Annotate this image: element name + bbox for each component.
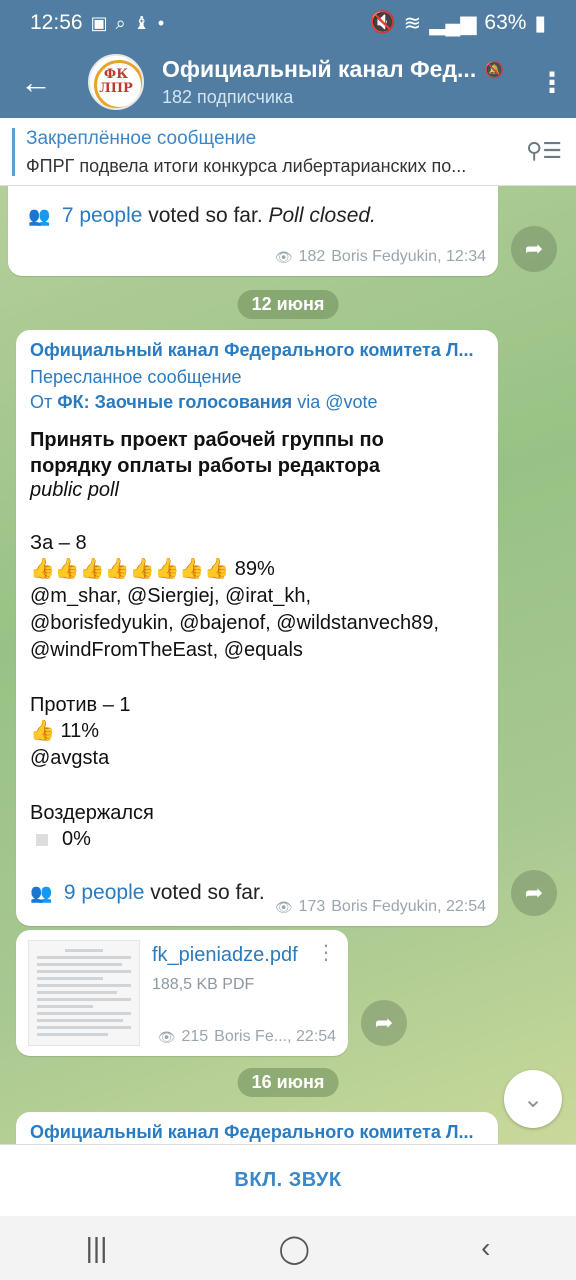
- author-time: Boris Fedyukin, 12:34: [331, 248, 486, 265]
- bag-icon: ♝: [133, 12, 150, 33]
- thumbs-up-bar: 👍: [30, 720, 55, 742]
- poll-option-no: Против – 1 👍 11% @avgsta: [30, 692, 484, 772]
- voters-link[interactable]: 9 people: [64, 881, 145, 904]
- wifi-icon: ≋: [403, 11, 422, 35]
- app-bar: ← ФК ЛПР Официальный канал Фед... 🔕 182 …: [0, 46, 576, 118]
- mute-icon: 🔇: [369, 11, 396, 34]
- recent-apps-icon[interactable]: |||: [86, 1232, 108, 1264]
- share-icon: ➦: [524, 236, 544, 261]
- voters-link[interactable]: 7 people: [62, 204, 143, 227]
- eye-icon: 👁: [157, 1028, 176, 1045]
- poll-option-yes: За – 8 👍👍👍👍👍👍👍👍 89% @m_shar, @Siergiej, …: [30, 530, 484, 664]
- chevron-down-icon: ⌄: [522, 1085, 544, 1113]
- more-vertical-icon: ⋮: [538, 66, 566, 98]
- channel-info[interactable]: Официальный канал Фед... 🔕 182 подписчик…: [162, 56, 528, 108]
- pinned-message[interactable]: Закреплённое сообщение ФПРГ подвела итог…: [0, 118, 576, 186]
- message-file[interactable]: fk_pieniadze.pdf 188,5 KB PDF ⋮ 👁 215 Bo…: [16, 930, 348, 1056]
- people-icon: 👥: [30, 883, 53, 903]
- search-icon: ⌕: [115, 12, 126, 33]
- message-forwarded-poll[interactable]: Официальный канал Федерального комитета …: [16, 330, 498, 926]
- poll-question: Принять проект рабочей группы по порядку…: [30, 429, 384, 477]
- channel-name[interactable]: Официальный канал Федерального комитета …: [30, 1122, 484, 1143]
- pinned-text: ФПРГ подвела итоги конкурса либертарианс…: [26, 156, 467, 176]
- voter-mentions[interactable]: @borisfedyukin, @bajenof, @wildstanvech8…: [30, 610, 484, 637]
- share-icon: ➦: [524, 880, 544, 905]
- date-separator: 12 июня: [237, 290, 339, 319]
- forward-button[interactable]: ➦: [511, 870, 557, 916]
- back-icon[interactable]: ‹: [481, 1232, 490, 1264]
- scroll-down-button[interactable]: ⌄: [504, 1070, 562, 1128]
- photo-icon: ▣: [90, 12, 108, 33]
- author-time: Boris Fe..., 22:54: [214, 1028, 336, 1045]
- signal-icon: ▂▄▆: [429, 11, 477, 35]
- message-meta: 👁 182 Boris Fedyukin, 12:34: [275, 248, 486, 266]
- pinned-list-button[interactable]: ⚲☰: [526, 138, 562, 164]
- message-meta: 👁 215 Boris Fe..., 22:54: [158, 1028, 336, 1046]
- file-menu-button[interactable]: ⋮: [316, 940, 336, 965]
- subscriber-count: 182 подписчика: [162, 87, 294, 107]
- forwarded-label: Пересланное сообщение: [30, 367, 242, 387]
- muted-icon: 🔕: [484, 61, 505, 79]
- voter-mentions[interactable]: @m_shar, @Siergiej, @irat_kh,: [30, 583, 484, 610]
- channel-name[interactable]: Официальный канал Федерального комитета …: [30, 340, 484, 361]
- empty-bar-icon: [36, 833, 48, 846]
- battery-icon: ▮: [534, 11, 546, 35]
- eye-icon: 👁: [274, 248, 293, 265]
- message-poll-closed[interactable]: 0% 👥 7 people voted so far. Poll closed.…: [8, 186, 498, 276]
- voter-mentions[interactable]: @windFromTheEast, @equals: [30, 637, 484, 664]
- people-icon: 👥: [28, 206, 51, 226]
- back-button[interactable]: ←: [0, 46, 72, 118]
- file-size: 188,5 KB PDF: [152, 976, 255, 993]
- forward-button[interactable]: ➦: [511, 226, 557, 272]
- share-icon: ➦: [374, 1010, 394, 1035]
- battery-percent: 63%: [484, 11, 527, 34]
- poll-type: public poll: [30, 479, 119, 501]
- system-nav-bar: ||| ◯ ‹: [0, 1216, 576, 1280]
- view-count: 182: [298, 248, 326, 265]
- forwarded-from[interactable]: От ФК: Заочные голосования via @vote: [30, 392, 484, 413]
- status-bar: 12:56 ▣ ⌕ ♝ • 🔇 ≋ ▂▄▆ 63% ▮: [0, 0, 576, 46]
- unpin-list-icon: ⚲☰: [526, 138, 562, 163]
- date-separator: 16 июня: [237, 1068, 339, 1097]
- eye-icon: 👁: [274, 898, 293, 915]
- arrow-left-icon: ←: [20, 63, 52, 100]
- message-partial[interactable]: Официальный канал Федерального комитета …: [16, 1112, 498, 1144]
- dot-icon: •: [157, 12, 165, 33]
- more-vertical-icon: ⋮: [316, 942, 336, 964]
- file-thumbnail[interactable]: [28, 940, 140, 1046]
- unmute-button[interactable]: ВКЛ. ЗВУК: [234, 1169, 341, 1192]
- forward-button[interactable]: ➦: [361, 1000, 407, 1046]
- view-count: 215: [181, 1028, 209, 1045]
- file-name[interactable]: fk_pieniadze.pdf: [152, 944, 298, 967]
- status-time: 12:56: [30, 11, 83, 34]
- voter-mentions[interactable]: @avgsta: [30, 745, 484, 772]
- message-meta: 👁 173 Boris Fedyukin, 22:54: [275, 898, 486, 916]
- chat-area[interactable]: 0% 👥 7 people voted so far. Poll closed.…: [0, 186, 576, 1144]
- channel-footer: ВКЛ. ЗВУК: [0, 1144, 576, 1216]
- home-icon[interactable]: ◯: [279, 1232, 310, 1265]
- poll-option-abstain: Воздержался 0%: [30, 802, 154, 850]
- view-count: 173: [298, 898, 326, 915]
- more-menu-button[interactable]: ⋮: [528, 66, 576, 99]
- author-time: Boris Fedyukin, 22:54: [331, 898, 486, 915]
- channel-avatar[interactable]: ФК ЛПР: [88, 54, 144, 110]
- pinned-title: Закреплённое сообщение: [26, 128, 257, 149]
- channel-title: Официальный канал Фед...: [162, 56, 477, 82]
- thumbs-up-bar: 👍👍👍👍👍👍👍👍: [30, 558, 230, 580]
